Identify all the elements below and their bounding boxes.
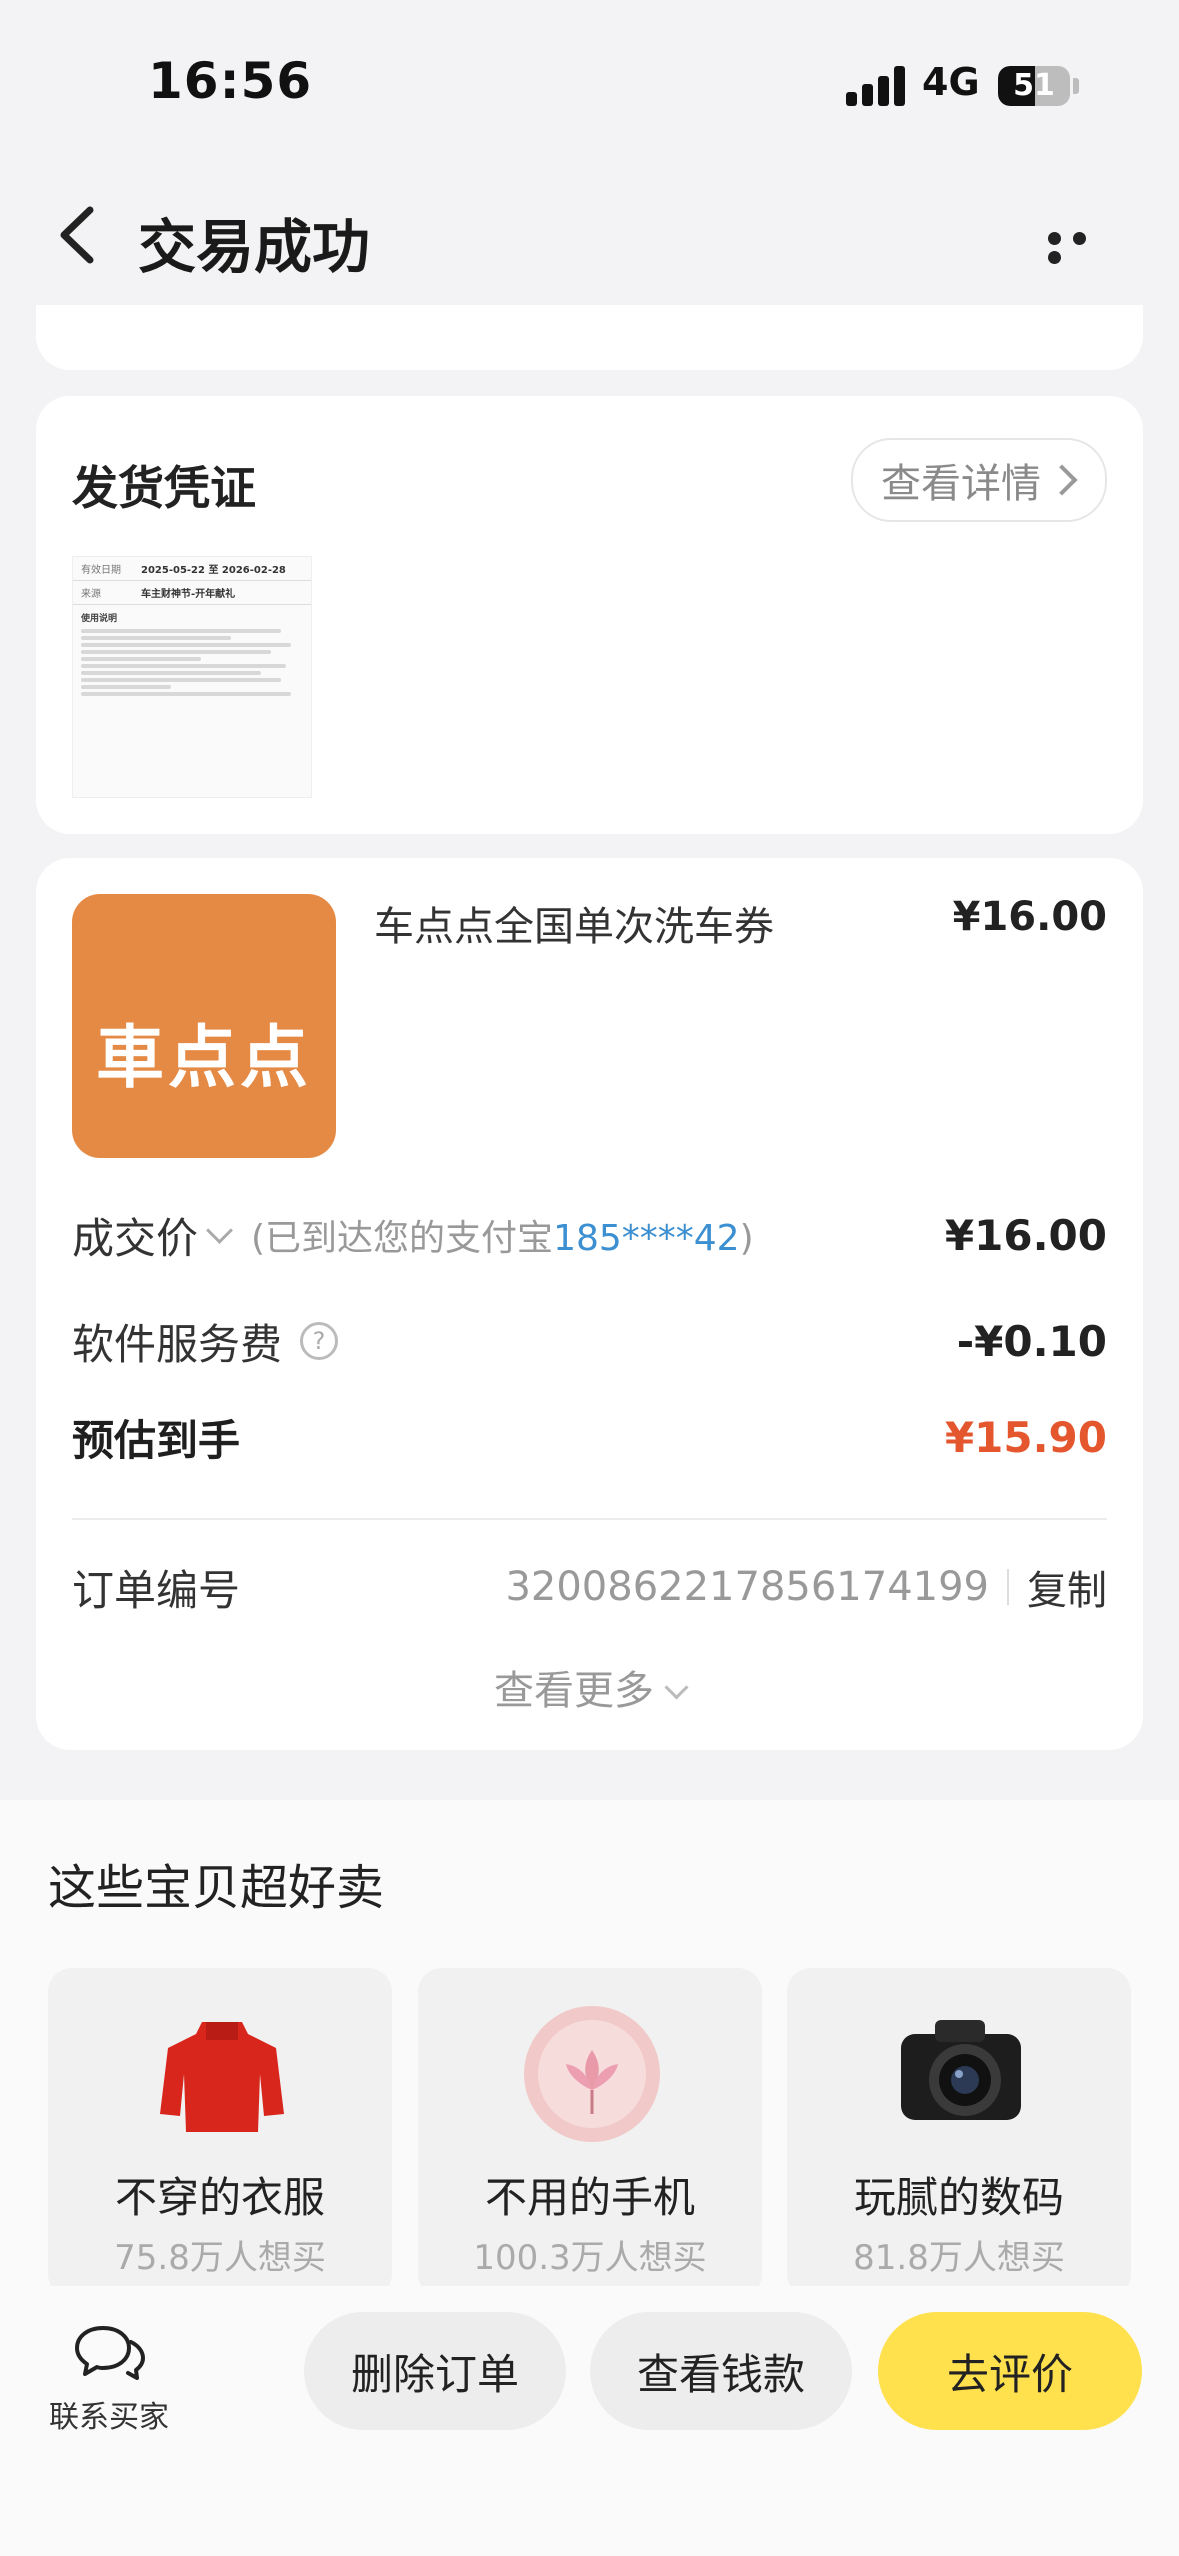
deal-note-prefix: (已到达您的支付宝 xyxy=(251,1218,554,1259)
doc-usage-title: 使用说明 xyxy=(81,614,118,624)
fee-amount: -¥0.10 xyxy=(956,1316,1107,1366)
doc-text-line xyxy=(81,671,261,675)
recommend-item-name: 玩腻的数码 xyxy=(853,2173,1064,2222)
doc-text-line xyxy=(81,636,231,640)
bottom-action-bar: 联系买家 删除订单 查看钱款 去评价 xyxy=(0,2286,1179,2556)
nav-bar: 交易成功 xyxy=(0,170,1179,305)
product-logo: 車点点 xyxy=(95,1019,312,1098)
battery-tip xyxy=(1073,78,1079,94)
chevron-left-icon xyxy=(60,206,94,264)
doc-source-row: 来源 车主财神节-开年献礼 xyxy=(73,581,311,605)
product-image[interactable]: 車点点 xyxy=(72,894,336,1158)
estimated-receive-row: 预估到手 ¥15.90 xyxy=(72,1402,1107,1472)
deal-note-suffix: ) xyxy=(739,1218,754,1259)
more-dot-icon xyxy=(1073,232,1086,245)
more-dot-icon xyxy=(1048,232,1061,245)
doc-text-line xyxy=(81,692,291,696)
chevron-right-icon xyxy=(1046,464,1078,496)
view-detail-button[interactable]: 查看详情 xyxy=(851,438,1107,522)
receive-amount: ¥15.90 xyxy=(944,1412,1107,1462)
see-more-button[interactable]: 查看更多 xyxy=(36,1658,1143,1716)
doc-valid-row: 有效日期 2025-05-22 至 2026-02-28 xyxy=(73,557,311,581)
deal-note: (已到达您的支付宝185****42) xyxy=(251,1209,754,1261)
recommend-item-count: 81.8万人想买 xyxy=(853,2238,1065,2278)
service-fee-row: 软件服务费 ? -¥0.10 xyxy=(72,1306,1107,1376)
status-time: 16:56 xyxy=(148,52,313,110)
doc-valid-label: 有效日期 xyxy=(81,565,121,576)
product-price: ¥16.00 xyxy=(952,894,1107,940)
doc-text-line xyxy=(81,643,291,647)
recommend-item-name: 不穿的衣服 xyxy=(114,2173,325,2222)
doc-text-line xyxy=(81,629,281,633)
more-dot-icon xyxy=(1048,251,1061,264)
view-detail-label: 查看详情 xyxy=(881,461,1041,507)
divider xyxy=(72,1518,1107,1520)
proof-document-thumbnail[interactable]: 有效日期 2025-05-22 至 2026-02-28 来源 车主财神节-开年… xyxy=(72,556,312,798)
see-more-label: 查看更多 xyxy=(494,1668,654,1714)
more-button[interactable] xyxy=(1048,230,1118,264)
order-no-label: 订单编号 xyxy=(72,1565,241,1615)
sweater-icon xyxy=(160,2022,284,2132)
product-name[interactable]: 车点点全国单次洗车券 xyxy=(374,894,774,952)
recommend-item[interactable]: 不用的手机 100.3万人想买 xyxy=(418,1968,762,2298)
camera-icon xyxy=(901,2020,1021,2120)
chevron-down-icon xyxy=(206,1216,233,1244)
alipay-account: 185****42 xyxy=(553,1218,740,1259)
recommend-item-count: 75.8万人想买 xyxy=(114,2238,326,2278)
doc-text-line xyxy=(81,650,271,654)
help-icon[interactable]: ? xyxy=(300,1322,339,1360)
page-title: 交易成功 xyxy=(138,213,371,281)
chat-bubbles-icon xyxy=(75,2326,145,2380)
order-number: 3200862217856174199 xyxy=(505,1564,989,1610)
contact-buyer-label: 联系买家 xyxy=(49,2400,169,2435)
doc-text-line xyxy=(81,657,201,661)
fee-label: 软件服务费 xyxy=(72,1319,283,1369)
order-number-row: 订单编号 3200862217856174199 复制 xyxy=(72,1552,1107,1622)
doc-source-label: 来源 xyxy=(81,589,101,600)
shipping-proof-card: 发货凭证 查看详情 有效日期 2025-05-22 至 2026-02-28 来… xyxy=(36,396,1143,834)
doc-text-line xyxy=(81,678,281,682)
deal-amount: ¥16.00 xyxy=(944,1210,1107,1260)
contact-buyer-button[interactable]: 联系买家 xyxy=(44,2322,174,2436)
recommend-item-name: 不用的手机 xyxy=(484,2173,695,2222)
doc-text-line xyxy=(81,685,171,689)
recommend-item[interactable]: 不穿的衣服 75.8万人想买 xyxy=(48,1968,392,2298)
receive-label: 预估到手 xyxy=(72,1415,241,1465)
network-type: 4G xyxy=(922,60,980,104)
deal-price-row[interactable]: 成交价 (已到达您的支付宝185****42) ¥16.00 xyxy=(72,1200,1107,1270)
view-payment-button[interactable]: 查看钱款 xyxy=(590,2312,852,2430)
recommend-item-count: 100.3万人想买 xyxy=(473,2238,707,2278)
signal-icon xyxy=(846,66,906,106)
doc-valid-value: 2025-05-22 至 2026-02-28 xyxy=(141,565,286,576)
proof-title: 发货凭证 xyxy=(72,461,256,515)
battery-level: 51 xyxy=(1013,68,1055,103)
doc-source-value: 车主财神节-开年献礼 xyxy=(141,589,236,600)
deal-label: 成交价 xyxy=(72,1213,199,1263)
phone-icon xyxy=(524,2006,660,2142)
copy-button[interactable]: 复制 xyxy=(1027,1558,1107,1616)
review-button[interactable]: 去评价 xyxy=(878,2312,1142,2430)
recommend-item[interactable]: 玩腻的数码 81.8万人想买 xyxy=(787,1968,1131,2298)
recommend-title: 这些宝贝超好卖 xyxy=(48,1860,385,1916)
status-bar: 16:56 4G 51 xyxy=(0,0,1179,170)
battery-icon: 51 xyxy=(998,66,1070,106)
back-button[interactable] xyxy=(50,200,110,270)
chevron-down-icon xyxy=(664,1675,689,1700)
order-card: 車点点 车点点全国单次洗车券 ¥16.00 成交价 (已到达您的支付宝185**… xyxy=(36,858,1143,1750)
separator xyxy=(1007,1569,1009,1605)
delete-order-button[interactable]: 删除订单 xyxy=(304,2312,566,2430)
doc-text-line xyxy=(81,664,286,668)
